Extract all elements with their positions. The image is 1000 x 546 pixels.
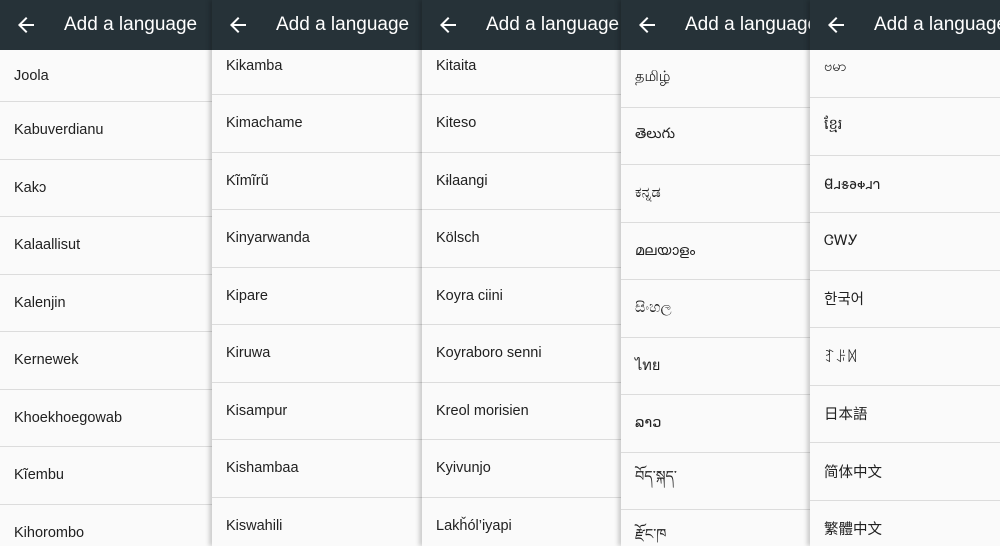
language-item[interactable]: Kernewek	[0, 332, 212, 390]
language-panel-1: Add a language Joola Kabuverdianu Kakɔ K…	[0, 0, 212, 546]
language-item[interactable]: 繁體中文	[810, 501, 1000, 546]
language-item[interactable]: Kalenjin	[0, 275, 212, 332]
language-item[interactable]: 简体中文	[810, 443, 1000, 501]
language-item[interactable]: Kĩmĩrũ	[212, 153, 424, 210]
language-item[interactable]: Kipare	[212, 268, 424, 325]
page-title: Add a language	[64, 14, 198, 35]
language-item[interactable]: తెలుగు	[621, 108, 816, 165]
language-item[interactable]: 한국어	[810, 271, 1000, 328]
language-list: ဗမာ ខ្មែរ 𐐔𐐯𐑅𐐨𐑉𐐯𐐻 ᏣᎳᎩ 한국어 ꆈꌠꉙ 日本語 简体中文 繁…	[810, 46, 1000, 546]
language-list: Kikamba Kimachame Kĩmĩrũ Kinyarwanda Kip…	[212, 46, 424, 546]
arrow-back-icon[interactable]	[436, 13, 460, 37]
language-item[interactable]: Kreol morisien	[422, 383, 625, 440]
language-item[interactable]: Kĩembu	[0, 447, 212, 505]
page-title: Add a language	[486, 14, 620, 35]
page-title: Add a language	[685, 14, 816, 35]
app-bar: Add a language	[422, 0, 625, 50]
app-bar: Add a language	[810, 0, 1000, 50]
language-item[interactable]: ខ្មែរ	[810, 98, 1000, 156]
language-item[interactable]: Lakȟól’iyapi	[422, 498, 625, 546]
language-item[interactable]: Kinyarwanda	[212, 210, 424, 268]
language-item[interactable]: Kitaita	[422, 46, 625, 95]
arrow-back-icon[interactable]	[226, 13, 250, 37]
language-panel-5: Add a language ဗမာ ខ្មែរ 𐐔𐐯𐑅𐐨𐑉𐐯𐐻 ᏣᎳᎩ 한국어…	[810, 0, 1000, 546]
language-item[interactable]: ಕನ್ನಡ	[621, 165, 816, 223]
language-item[interactable]: සිංහල	[621, 280, 816, 338]
language-item[interactable]: Kalaallisut	[0, 217, 212, 275]
language-item[interactable]: Kiruwa	[212, 325, 424, 383]
app-bar: Add a language	[621, 0, 816, 50]
language-item[interactable]: ไทย	[621, 338, 816, 395]
language-item[interactable]: Kɨlaangi	[422, 153, 625, 210]
language-panel-4: Add a language தமிழ் తెలుగు ಕನ್ನಡ മലയാളം…	[621, 0, 816, 546]
page-title: Add a language	[276, 14, 410, 35]
language-item[interactable]: ဗမာ	[810, 46, 1000, 98]
page-title: Add a language	[874, 14, 1000, 35]
language-panel-2: Add a language Kikamba Kimachame Kĩmĩrũ …	[212, 0, 424, 546]
language-item[interactable]: Kabuverdianu	[0, 102, 212, 160]
language-list: Kitaita Kiteso Kɨlaangi Kölsch Koyra cii…	[422, 46, 625, 546]
language-item[interactable]: 𐐔𐐯𐑅𐐨𐑉𐐯𐐻	[810, 156, 1000, 213]
language-item[interactable]: Joola	[0, 50, 212, 102]
language-panel-3: Add a language Kitaita Kiteso Kɨlaangi K…	[422, 0, 625, 546]
arrow-back-icon[interactable]	[824, 13, 848, 37]
language-item[interactable]: Kölsch	[422, 210, 625, 268]
language-item[interactable]: Kimachame	[212, 95, 424, 153]
language-item[interactable]: தமிழ்	[621, 50, 816, 108]
language-item[interactable]: Koyra ciini	[422, 268, 625, 325]
language-item[interactable]: Kishambaa	[212, 440, 424, 498]
language-list: Joola Kabuverdianu Kakɔ Kalaallisut Kale…	[0, 50, 212, 546]
app-bar: Add a language	[212, 0, 424, 50]
arrow-back-icon[interactable]	[14, 13, 38, 37]
arrow-back-icon[interactable]	[635, 13, 659, 37]
language-item[interactable]: മലയാളം	[621, 223, 816, 280]
language-item[interactable]: 日本語	[810, 386, 1000, 443]
app-bar: Add a language	[0, 0, 212, 50]
language-list: தமிழ் తెలుగు ಕನ್ನಡ മലയാളം සිංහල ไทย ລາວ …	[621, 50, 816, 546]
language-item[interactable]: Kihorombo	[0, 505, 212, 546]
language-item[interactable]: Kyivunjo	[422, 440, 625, 498]
language-item[interactable]: Khoekhoegowab	[0, 390, 212, 447]
language-item[interactable]: Kikamba	[212, 46, 424, 95]
language-item[interactable]: Kiswahili	[212, 498, 424, 546]
language-item[interactable]: Koyraboro senni	[422, 325, 625, 383]
language-item[interactable]: ꆈꌠꉙ	[810, 328, 1000, 386]
language-item[interactable]: Kakɔ	[0, 160, 212, 217]
language-item[interactable]: ລາວ	[621, 395, 816, 453]
language-item[interactable]: རྫོང་ཁ	[621, 510, 816, 546]
language-item[interactable]: Kisampur	[212, 383, 424, 440]
language-item[interactable]: ᏣᎳᎩ	[810, 213, 1000, 271]
language-item[interactable]: བོད་སྐད་	[621, 453, 816, 510]
language-item[interactable]: Kiteso	[422, 95, 625, 153]
